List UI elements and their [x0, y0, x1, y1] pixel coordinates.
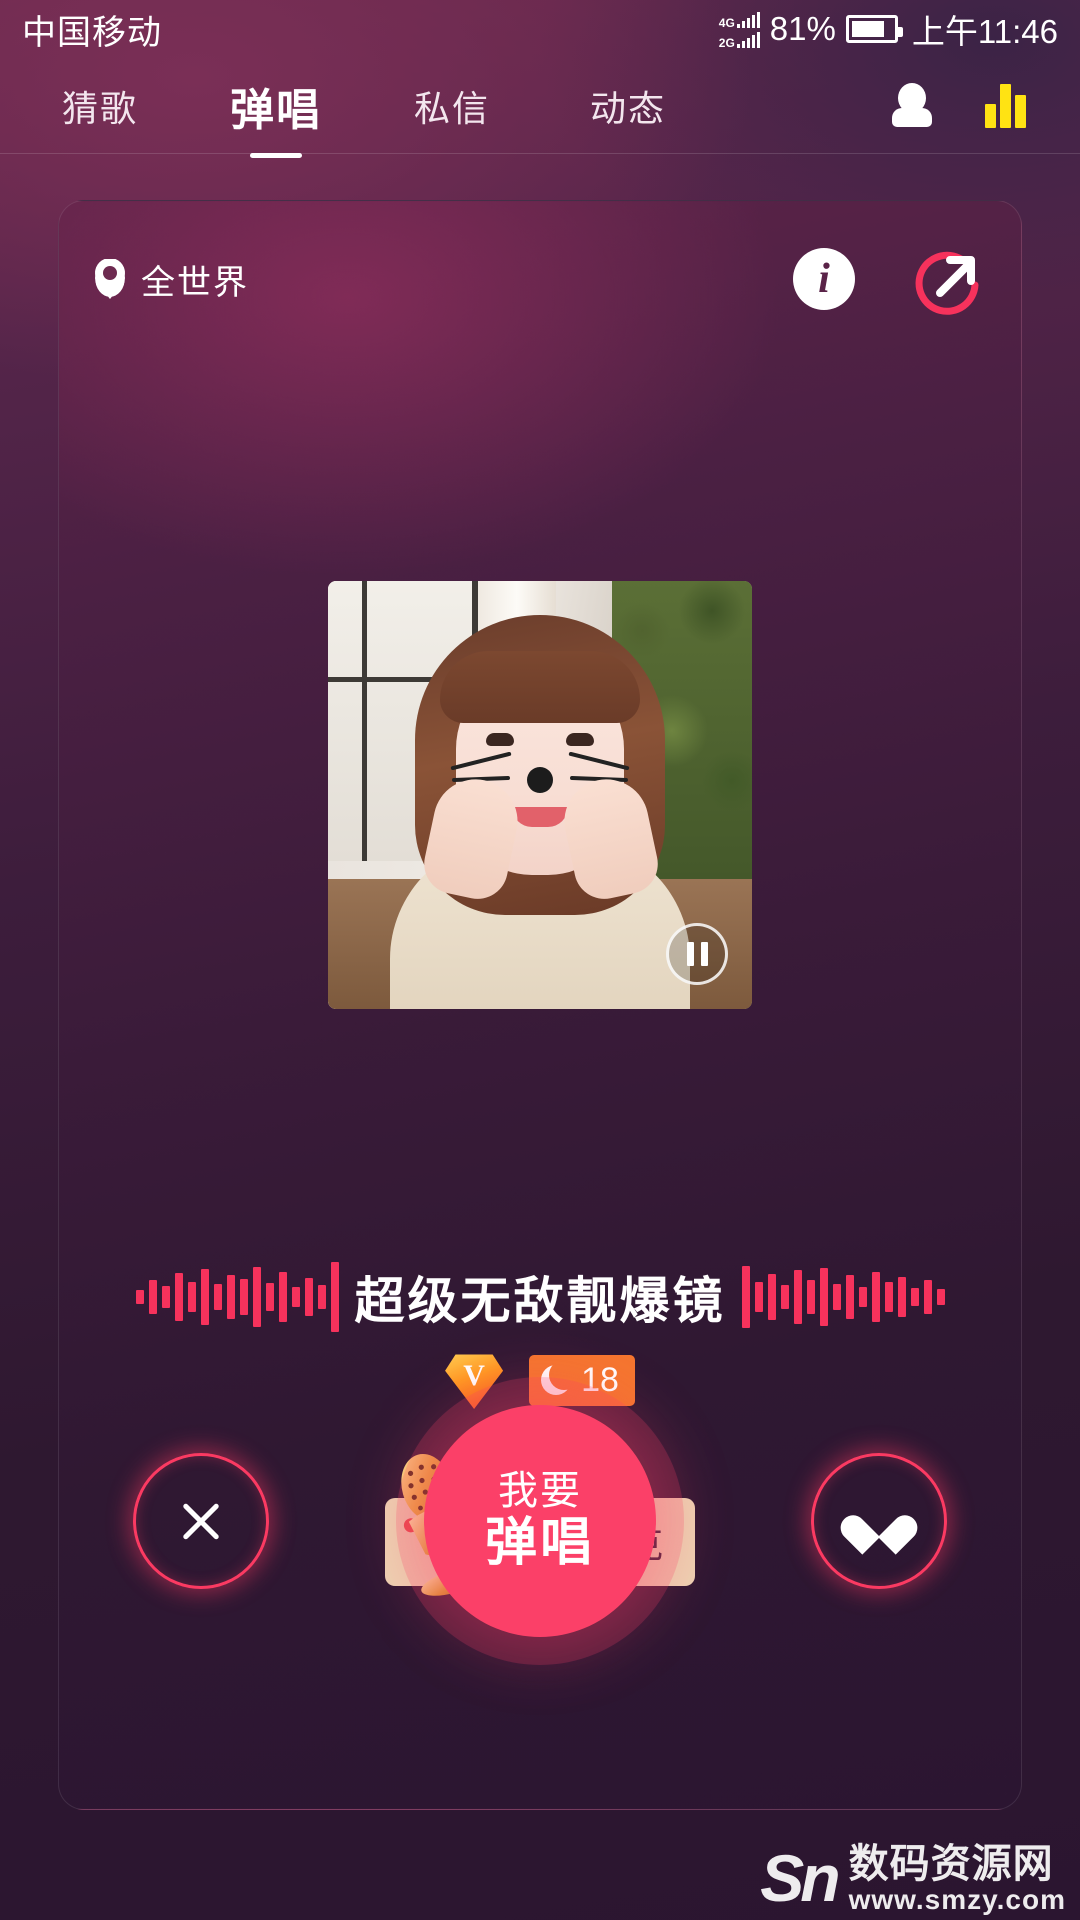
like-button[interactable]	[811, 1453, 947, 1589]
bar-chart-icon[interactable]	[985, 83, 1026, 128]
waveform-right	[741, 1249, 945, 1345]
app-root: 中国移动 4G 2G 81% 上午11:46 猜歌 弹唱 私信 动态 全世界 i…	[0, 0, 1080, 1920]
pause-icon[interactable]	[666, 923, 728, 985]
card-header: 全世界 i	[95, 237, 987, 321]
network-type-primary: 4G	[718, 15, 735, 30]
watermark-logo: Sn	[760, 1840, 840, 1915]
watermark-url: www.smzy.com	[848, 1883, 1066, 1915]
location-group[interactable]: 全世界	[95, 255, 249, 304]
network-type-secondary: 2G	[718, 35, 735, 50]
song-title: 超级无敌靓爆镜	[354, 1273, 726, 1329]
carrier-label: 中国移动	[22, 13, 162, 52]
info-icon[interactable]: i	[793, 248, 855, 310]
action-bar: 我要 弹唱	[59, 1371, 1021, 1671]
status-bar-right: 4G 2G 81% 上午11:46	[719, 5, 1058, 53]
clock-label: 上午11:46	[911, 13, 1058, 50]
location-label: 全世界	[141, 263, 249, 302]
tab-dongtai[interactable]: 动态	[540, 74, 716, 138]
watermark-text: 数码资源网 www.smzy.com	[849, 1843, 1066, 1914]
skip-button[interactable]	[133, 1453, 269, 1589]
sing-button-line2: 弹唱	[484, 1514, 595, 1573]
battery-icon	[845, 15, 903, 43]
location-pin-icon	[95, 259, 125, 299]
tab-caige[interactable]: 猜歌	[12, 74, 188, 138]
top-tab-bar: 猜歌 弹唱 私信 动态	[0, 58, 1080, 154]
info-icon-label: i	[818, 256, 830, 302]
tab-tanchang[interactable]: 弹唱	[188, 68, 364, 144]
tab-bar-icons	[891, 82, 1080, 129]
watermark: Sn 数码资源网 www.smzy.com	[760, 1843, 1066, 1914]
sing-button-line1: 我要	[498, 1469, 582, 1514]
tab-sixin[interactable]: 私信	[364, 74, 540, 138]
watermark-site-name: 数码资源网	[848, 1841, 1054, 1886]
signal-strength-icon: 4G 2G	[718, 11, 760, 50]
close-x-icon	[178, 1498, 224, 1544]
battery-percent-label: 81%	[769, 10, 836, 47]
heart-icon	[855, 1499, 903, 1543]
media-thumbnail[interactable]	[328, 581, 752, 1009]
card-header-actions: i	[793, 239, 987, 319]
waveform-left	[135, 1249, 339, 1345]
share-arrow-icon[interactable]	[907, 239, 987, 319]
person-icon[interactable]	[891, 82, 933, 129]
song-card: 全世界 i 超级无敌靓爆镜 V 18 我要 弹唱	[58, 200, 1022, 1810]
status-bar: 中国移动 4G 2G 81% 上午11:46	[0, 0, 1080, 58]
song-title-row: 超级无敌靓爆镜	[59, 1249, 1021, 1345]
sing-button[interactable]: 我要 弹唱	[424, 1405, 656, 1637]
